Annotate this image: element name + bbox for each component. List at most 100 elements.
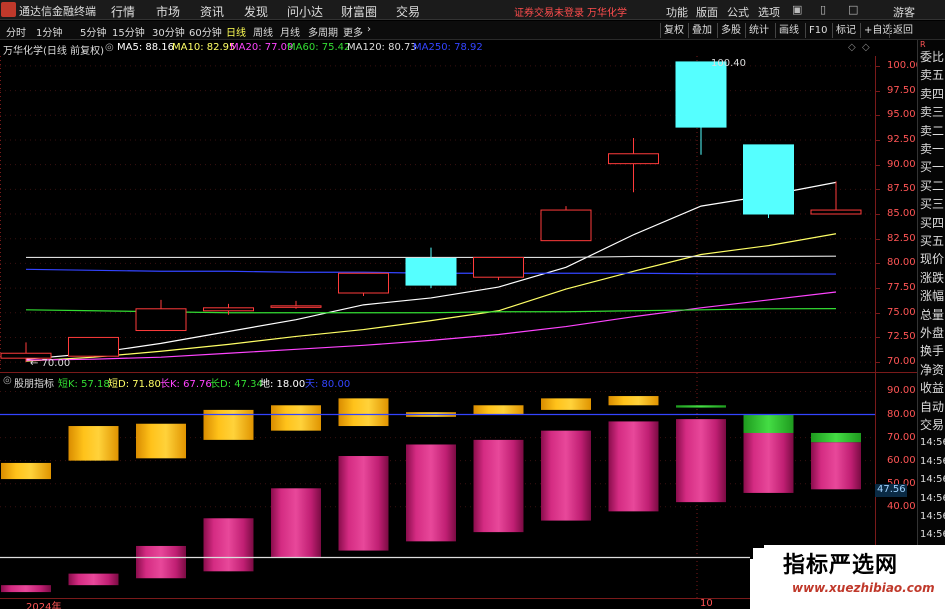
candle-body-down [743, 144, 794, 215]
price-tick-label: 82.50 [887, 232, 916, 244]
long-range-bar [203, 518, 254, 572]
sidebar-item[interactable]: 卖五 [920, 68, 944, 82]
mark-button[interactable]: 标记 [832, 23, 859, 38]
sidebar-item[interactable]: 现价 [920, 252, 944, 266]
collapse-icon[interactable]: ◇ [862, 42, 870, 53]
tab-15min[interactable]: 15分钟 [112, 24, 145, 39]
sidebar-item[interactable]: 卖一 [920, 142, 944, 156]
guest-label[interactable]: 游客 [893, 4, 915, 20]
settings-icon[interactable]: ◎ [105, 42, 114, 53]
price-tick-label: 97.50 [887, 84, 916, 96]
tab-1min[interactable]: 1分钟 [36, 24, 62, 39]
sidebar-item[interactable]: 委比 [920, 50, 944, 64]
watermark: 指标严选网 www.xuezhibiao.com [750, 545, 945, 609]
tab-30min[interactable]: 30分钟 [152, 24, 185, 39]
sidebar-item[interactable]: 净资 [920, 363, 944, 377]
price-tick-label: 72.50 [887, 331, 916, 343]
indicator-tick-label: 60.00 [887, 454, 916, 466]
draw-button[interactable]: 画线 [775, 23, 802, 38]
menu-function[interactable]: 功能 [666, 4, 688, 20]
menu-market[interactable]: 市场 [156, 3, 180, 20]
sidebar-item[interactable]: 14:56 [920, 528, 945, 542]
sidebar-item[interactable]: 14:56 [920, 492, 945, 506]
menu-layout[interactable]: 版面 [696, 4, 718, 20]
skin-icon[interactable]: ▣ [792, 3, 802, 16]
short-range-bar [743, 414, 794, 433]
app-name: 通达信金融终端 [19, 5, 96, 18]
long-range-bar [406, 444, 456, 542]
sidebar-item[interactable]: 换手 [920, 344, 944, 358]
title-bar: 通达信金融终端 行情 市场 资讯 发现 问小达 财富圈 交易 证券交易未登录 万… [0, 0, 945, 20]
price-tick-label: 70.00 [887, 356, 916, 368]
menu-ask[interactable]: 问小达 [287, 3, 323, 20]
indicator-current-value: 47.56 [875, 484, 907, 497]
tab-multi-period[interactable]: 多周期 [308, 24, 338, 39]
date-day-label: 10 [700, 598, 713, 609]
login-status[interactable]: 证券交易未登录 [514, 4, 584, 19]
ma5-label: MA5: 88.16 [117, 42, 175, 53]
watermark-title: 指标严选网 [783, 553, 899, 578]
short-range-bar [541, 398, 591, 410]
sidebar-item[interactable]: 外盘 [920, 326, 944, 340]
overlay-button[interactable]: 叠加 [688, 23, 715, 38]
adjust-button[interactable]: 复权 [660, 23, 687, 38]
chevron-right-icon[interactable]: › [367, 24, 371, 35]
sidebar-item[interactable]: 买四 [920, 216, 944, 230]
sidebar-item[interactable]: 卖三 [920, 105, 944, 119]
sidebar-item[interactable]: 买一 [920, 160, 944, 174]
short-range-bar [608, 396, 659, 406]
menu-quotes[interactable]: 行情 [111, 3, 135, 20]
diamond-icon[interactable]: ◇ [848, 42, 856, 53]
sidebar-item[interactable]: 买五 [920, 234, 944, 248]
sidebar-item[interactable]: 14:56 [920, 473, 945, 487]
candle-body-up [68, 336, 119, 357]
sidebar-item[interactable]: 总量 [920, 308, 944, 322]
sidebar-item[interactable]: 14:56 [920, 510, 945, 524]
tab-weekly[interactable]: 周线 [253, 24, 273, 39]
indicator-tick-label: 90.00 [887, 385, 916, 397]
menu-news[interactable]: 资讯 [200, 3, 224, 20]
candlestick-chart[interactable]: 100.40 ← 70.00 [0, 56, 875, 372]
sidebar-item[interactable]: 卖二 [920, 124, 944, 138]
sidebar-item[interactable]: 卖四 [920, 87, 944, 101]
stock-title[interactable]: 万华化学(日线 前复权) [3, 42, 104, 57]
help-icon[interactable]: □ [848, 3, 858, 16]
tab-monthly[interactable]: 月线 [280, 24, 300, 39]
price-tick-label: 75.00 [887, 306, 916, 318]
ma60-label: MA60: 75.42 [287, 42, 351, 53]
menu-discover[interactable]: 发现 [244, 3, 268, 20]
menu-wealth[interactable]: 财富圈 [341, 3, 377, 20]
ma250-label: MA250: 78.92 [413, 42, 483, 53]
indicator-chart[interactable] [0, 373, 875, 599]
stock-name-title: 万华化学 [587, 8, 627, 19]
menu-options[interactable]: 选项 [758, 4, 780, 20]
sidebar-item[interactable]: 涨跌 [920, 271, 944, 285]
price-tick-label: 87.50 [887, 183, 916, 195]
stats-button[interactable]: 统计 [745, 23, 772, 38]
tab-more[interactable]: 更多 [343, 24, 363, 39]
candle-body-up [338, 272, 389, 294]
date-year-label: 2024年 [26, 602, 62, 609]
f10-button[interactable]: F10 [805, 23, 830, 38]
multi-stock-button[interactable]: 多股 [717, 23, 744, 38]
sidebar-item[interactable]: 涨幅 [920, 289, 944, 303]
sidebar-item[interactable]: 买二 [920, 179, 944, 193]
price-tick-label: 92.50 [887, 133, 916, 145]
back-button[interactable]: 返回 [889, 23, 916, 38]
tab-daily[interactable]: 日线 [226, 24, 246, 39]
sidebar-item[interactable]: 买三 [920, 197, 944, 211]
long-range-bar [811, 442, 861, 490]
sidebar-item[interactable]: 收益 [920, 381, 944, 395]
sidebar-item[interactable]: 交易 [920, 418, 944, 432]
pin-icon[interactable]: ▯ [820, 3, 826, 16]
tab-60min[interactable]: 60分钟 [189, 24, 222, 39]
long-range-bar [541, 430, 591, 521]
tab-intraday[interactable]: 分时 [6, 24, 26, 39]
menu-formula[interactable]: 公式 [727, 4, 749, 20]
tab-5min[interactable]: 5分钟 [80, 24, 106, 39]
sidebar-item[interactable]: 14:56 [920, 455, 945, 469]
ma120-label: MA120: 80.73 [347, 42, 417, 53]
sidebar-item[interactable]: 14:56 [920, 436, 945, 450]
menu-trade[interactable]: 交易 [396, 3, 420, 20]
sidebar-item[interactable]: 自动 [920, 400, 944, 414]
